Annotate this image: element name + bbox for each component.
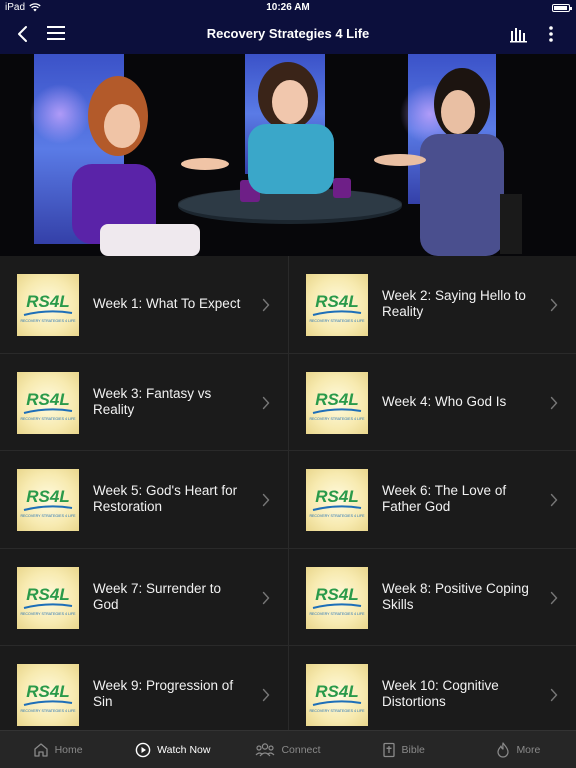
episode-thumbnail: RS4L RECOVERY STRATEGIES 4 LIFE	[306, 566, 368, 629]
episode-thumbnail: RS4L RECOVERY STRATEGIES 4 LIFE	[17, 469, 79, 531]
bible-icon	[382, 742, 395, 757]
episode-item[interactable]: RS4L RECOVERY STRATEGIES 4 LIFE Week 3: Fa…	[0, 353, 288, 451]
people-icon	[255, 742, 275, 756]
episode-item[interactable]: RS4L RECOVERY STRATEGIES 4 LIFE Week 4: Wh…	[288, 353, 576, 451]
page-title: Recovery Strategies 4 Life	[206, 26, 370, 41]
svg-text:RS4L: RS4L	[315, 585, 358, 604]
play-circle-icon	[135, 742, 151, 757]
tab-more[interactable]: More	[461, 731, 576, 768]
tab-watch-now-label: Watch Now	[157, 743, 211, 756]
home-icon	[33, 742, 48, 757]
tab-connect-label: Connect	[281, 743, 321, 756]
episode-item[interactable]: RS4L RECOVERY STRATEGIES 4 LIFE Week 1: Wh…	[0, 256, 288, 354]
episode-title: Week 10: Cognitive Distortions	[382, 678, 499, 710]
tab-bible-label: Bible	[401, 743, 425, 756]
episode-thumbnail: RS4L RECOVERY STRATEGIES 4 LIFE	[306, 469, 368, 531]
episode-item[interactable]: RS4L RECOVERY STRATEGIES 4 LIFE Week 6: Th…	[288, 451, 576, 549]
episode-item[interactable]: RS4L RECOVERY STRATEGIES 4 LIFE Week 10: C…	[288, 646, 576, 730]
svg-text:RS4L: RS4L	[26, 292, 69, 311]
tab-watch-now[interactable]: Watch Now	[115, 731, 230, 768]
svg-text:RECOVERY STRATEGIES 4 LIFE: RECOVERY STRATEGIES 4 LIFE	[20, 612, 76, 616]
episode-thumbnail: RS4L RECOVERY STRATEGIES 4 LIFE	[17, 371, 79, 434]
episode-title: Week 8: Positive Coping Skills	[382, 580, 529, 612]
studio-scene-image	[0, 54, 576, 256]
svg-text:RECOVERY STRATEGIES 4 LIFE: RECOVERY STRATEGIES 4 LIFE	[309, 612, 365, 616]
nav-bar: Recovery Strategies 4 Life	[0, 16, 576, 54]
episode-title: Week 2: Saying Hello to Reality	[382, 288, 526, 320]
episode-thumbnail: RS4L RECOVERY STRATEGIES 4 LIFE	[306, 371, 368, 434]
tab-bible[interactable]: Bible	[346, 731, 461, 768]
episode-title: Week 3: Fantasy vs Reality	[93, 385, 212, 417]
rs4l-logo: RS4L RECOVERY STRATEGIES 4 LIFE	[309, 292, 365, 323]
rs4l-logo: RS4L RECOVERY STRATEGIES 4 LIFE	[20, 682, 76, 713]
episode-title: Week 1: What To Expect	[93, 296, 241, 312]
episode-item[interactable]: RS4L RECOVERY STRATEGIES 4 LIFE Week 9: Pr…	[0, 646, 288, 730]
svg-text:RS4L: RS4L	[26, 585, 69, 604]
svg-text:RECOVERY STRATEGIES 4 LIFE: RECOVERY STRATEGIES 4 LIFE	[20, 319, 76, 323]
rs4l-logo: RS4L RECOVERY STRATEGIES 4 LIFE	[309, 390, 365, 421]
tab-home[interactable]: Home	[0, 731, 115, 768]
battery-icon	[552, 4, 572, 12]
rs4l-logo: RS4L RECOVERY STRATEGIES 4 LIFE	[20, 292, 76, 323]
svg-text:RECOVERY STRATEGIES 4 LIFE: RECOVERY STRATEGIES 4 LIFE	[20, 514, 76, 518]
hero-video-thumbnail[interactable]	[0, 54, 576, 256]
flame-icon	[497, 741, 510, 758]
svg-text:RS4L: RS4L	[315, 682, 358, 701]
chevron-right-icon	[262, 688, 270, 702]
svg-text:RECOVERY STRATEGIES 4 LIFE: RECOVERY STRATEGIES 4 LIFE	[309, 709, 365, 713]
svg-text:RS4L: RS4L	[315, 487, 358, 506]
rs4l-logo: RS4L RECOVERY STRATEGIES 4 LIFE	[20, 585, 76, 616]
rs4l-logo: RS4L RECOVERY STRATEGIES 4 LIFE	[20, 487, 76, 518]
svg-text:RECOVERY STRATEGIES 4 LIFE: RECOVERY STRATEGIES 4 LIFE	[20, 417, 76, 421]
episode-thumbnail: RS4L RECOVERY STRATEGIES 4 LIFE	[17, 274, 79, 336]
more-options-button[interactable]	[545, 24, 557, 44]
chevron-right-icon	[262, 298, 270, 312]
episode-title: Week 9: Progression of Sin	[93, 678, 234, 710]
episode-item[interactable]: RS4L RECOVERY STRATEGIES 4 LIFE Week 8: Po…	[288, 548, 576, 646]
equalizer-button[interactable]	[509, 25, 529, 43]
chevron-right-icon	[550, 591, 558, 604]
chevron-right-icon	[262, 591, 270, 604]
chevron-right-icon	[550, 493, 558, 507]
chevron-right-icon	[550, 396, 558, 409]
episode-thumbnail: RS4L RECOVERY STRATEGIES 4 LIFE	[306, 274, 368, 336]
svg-text:RS4L: RS4L	[26, 682, 69, 701]
tab-more-label: More	[516, 743, 541, 756]
svg-text:RS4L: RS4L	[315, 292, 358, 311]
rs4l-logo: RS4L RECOVERY STRATEGIES 4 LIFE	[309, 487, 365, 518]
episode-item[interactable]: RS4L RECOVERY STRATEGIES 4 LIFE Week 7: Su…	[0, 548, 288, 646]
svg-text:RECOVERY STRATEGIES 4 LIFE: RECOVERY STRATEGIES 4 LIFE	[20, 709, 76, 713]
episode-thumbnail: RS4L RECOVERY STRATEGIES 4 LIFE	[17, 566, 79, 629]
episode-item[interactable]: RS4L RECOVERY STRATEGIES 4 LIFE Week 5: Go…	[0, 451, 288, 549]
episode-title: Week 4: Who God Is	[382, 393, 507, 409]
rs4l-logo: RS4L RECOVERY STRATEGIES 4 LIFE	[309, 585, 365, 616]
episode-grid: RS4L RECOVERY STRATEGIES 4 LIFE Week 1: Wh…	[0, 256, 576, 730]
svg-text:RECOVERY STRATEGIES 4 LIFE: RECOVERY STRATEGIES 4 LIFE	[309, 417, 365, 421]
svg-text:RS4L: RS4L	[26, 390, 69, 409]
episode-title: Week 6: The Love of Father God	[382, 483, 507, 515]
rs4l-logo: RS4L RECOVERY STRATEGIES 4 LIFE	[20, 390, 76, 421]
chevron-right-icon	[550, 688, 558, 702]
svg-text:RECOVERY STRATEGIES 4 LIFE: RECOVERY STRATEGIES 4 LIFE	[309, 514, 365, 518]
chevron-right-icon	[550, 298, 558, 312]
svg-text:RS4L: RS4L	[26, 487, 69, 506]
episode-title: Week 7: Surrender to God	[93, 580, 222, 612]
chevron-right-icon	[262, 493, 270, 507]
status-time: 10:26 AM	[266, 2, 310, 13]
episode-item[interactable]: RS4L RECOVERY STRATEGIES 4 LIFE Week 2: Sa…	[288, 256, 576, 354]
chevron-right-icon	[262, 396, 270, 409]
episode-title: Week 5: God's Heart for Restoration	[93, 483, 238, 515]
episode-thumbnail: RS4L RECOVERY STRATEGIES 4 LIFE	[17, 664, 79, 726]
svg-text:RECOVERY STRATEGIES 4 LIFE: RECOVERY STRATEGIES 4 LIFE	[309, 319, 365, 323]
episode-thumbnail: RS4L RECOVERY STRATEGIES 4 LIFE	[306, 664, 368, 726]
tab-bar: Home Watch Now Connect Bible More	[0, 730, 576, 768]
rs4l-logo: RS4L RECOVERY STRATEGIES 4 LIFE	[309, 682, 365, 713]
svg-text:RS4L: RS4L	[315, 390, 358, 409]
tab-home-label: Home	[54, 743, 83, 756]
status-bar: iPad 10:26 AM	[0, 0, 576, 16]
tab-connect[interactable]: Connect	[230, 731, 345, 768]
